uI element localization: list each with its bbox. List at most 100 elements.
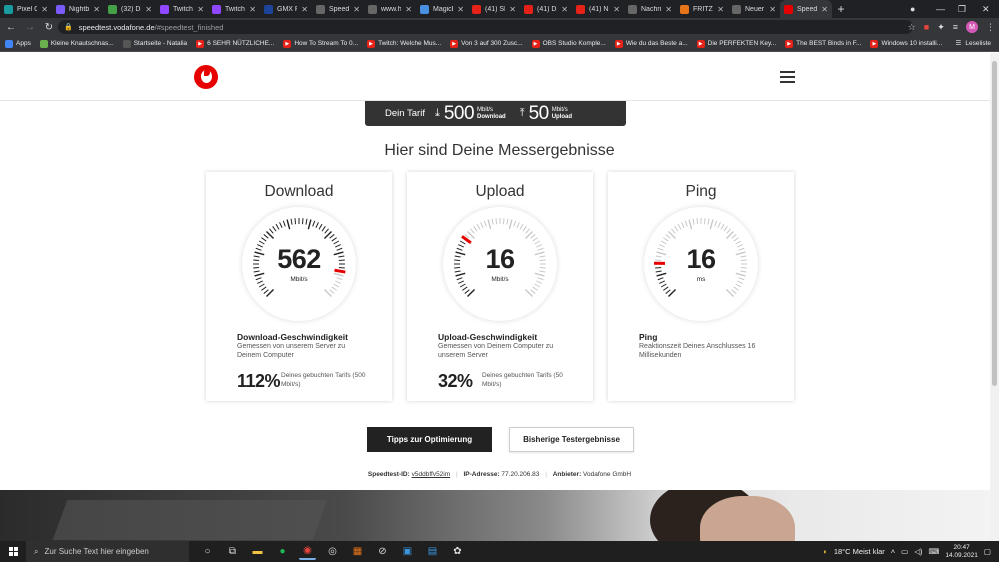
network-icon[interactable]: ▭ <box>901 547 908 556</box>
bookmark-item[interactable]: ▶ The BEST Binds in F... <box>785 39 861 48</box>
hamburger-menu-icon[interactable] <box>780 71 795 83</box>
bookmark-item[interactable]: Apps <box>5 39 31 48</box>
speedtest-id-value[interactable]: v5ddbffv52im <box>412 471 451 478</box>
tab-close-icon[interactable]: ✕ <box>769 5 776 14</box>
profile-avatar[interactable]: M <box>966 21 978 33</box>
close-window-icon[interactable]: ✕ <box>982 0 990 18</box>
weather-icon[interactable]: ◐ <box>823 547 828 556</box>
tariff-download-word: Download <box>477 113 506 120</box>
tab-title: GMX F <box>277 5 298 13</box>
browser-tab[interactable]: Neuer ✕ <box>728 0 780 18</box>
browser-tab[interactable]: (41) Ni ✕ <box>572 0 624 18</box>
browser-tab[interactable]: FRITZ! ✕ <box>676 0 728 18</box>
tab-close-icon[interactable]: ✕ <box>41 5 48 14</box>
bookmark-item[interactable]: ▶ Von 3 auf 300 Zusc... <box>450 39 523 48</box>
tab-close-icon[interactable]: ✕ <box>353 5 360 14</box>
tab-close-icon[interactable]: ✕ <box>665 5 672 14</box>
volume-icon[interactable]: ◁) <box>914 547 922 556</box>
task-view-icon[interactable]: ⧉ <box>224 543 241 560</box>
app-icon-5[interactable]: ✿ <box>449 543 466 560</box>
maximize-icon[interactable]: ❐ <box>958 0 966 18</box>
tips-button[interactable]: Tipps zur Optimierung <box>367 427 492 452</box>
back-icon[interactable]: ← <box>3 19 19 35</box>
tab-close-icon[interactable]: ✕ <box>457 5 464 14</box>
reload-icon[interactable]: ↻ <box>41 19 57 35</box>
tab-close-icon[interactable]: ✕ <box>145 5 152 14</box>
tab-close-icon[interactable]: ✕ <box>197 5 204 14</box>
bookmark-label: OBS Studio Komple... <box>542 40 606 47</box>
bookmark-item[interactable]: ▶ Wie du das Beste a... <box>614 39 688 48</box>
tab-close-icon[interactable]: ✕ <box>821 5 828 14</box>
tab-title: www.h <box>381 5 402 13</box>
bookmark-item[interactable]: ▶ Die PERFEKTEN Key... <box>696 39 776 48</box>
forward-icon[interactable]: → <box>22 19 38 35</box>
browser-tab[interactable]: GMX F ✕ <box>260 0 312 18</box>
browser-tab[interactable]: Speedt ✕ <box>312 0 364 18</box>
bookmark-item[interactable]: ▶ How To Stream To 0... <box>283 39 358 48</box>
file-explorer-icon[interactable]: ▬ <box>249 543 266 560</box>
tab-title: Nachri <box>641 5 662 13</box>
browser-tab[interactable]: (41) SE ✕ <box>468 0 520 18</box>
tab-close-icon[interactable]: ✕ <box>613 5 620 14</box>
browser-tab[interactable]: (41) Di ✕ <box>520 0 572 18</box>
chrome-icon[interactable]: ◉ <box>299 543 316 560</box>
reading-list-button[interactable]: ☰ Leseliste <box>956 39 991 48</box>
puzzle-extensions-icon[interactable]: ✦ <box>937 22 945 33</box>
app-icon-3[interactable]: ▣ <box>399 543 416 560</box>
bookmark-item[interactable]: ▶ OBS Studio Komple... <box>531 39 606 48</box>
tab-close-icon[interactable]: ✕ <box>301 5 308 14</box>
bookmark-item[interactable]: ▶ 6 SEHR NÜTZLICHE... <box>196 39 274 48</box>
address-bar[interactable]: 🔒 speedtest.vodafone.de/#speedtest_finis… <box>58 20 913 34</box>
clock[interactable]: 20:47 14.09.2021 <box>945 544 978 560</box>
spotify-icon[interactable]: ● <box>274 543 291 560</box>
browser-tab[interactable]: Pixel Cl✕ <box>0 0 52 18</box>
extension-icon[interactable]: ■ <box>924 22 929 32</box>
tab-close-icon[interactable]: ✕ <box>509 5 516 14</box>
app-icon-2[interactable]: ⊘ <box>374 543 391 560</box>
tab-search-icon[interactable]: ● <box>910 0 915 18</box>
download-gauge: 562 Mbit/s <box>242 207 356 321</box>
browser-tab[interactable]: Twitch ✕ <box>208 0 260 18</box>
browser-tab[interactable]: Twitch ✕ <box>156 0 208 18</box>
bookmark-item[interactable]: ▶ Twitch: Welche Mus... <box>367 39 441 48</box>
speedtest-page: Dein Tarif ⤓ 500 Mbit/s Download ⤒ 50 Mbi… <box>0 53 990 541</box>
tab-close-icon[interactable]: ✕ <box>717 5 724 14</box>
page-scrollbar[interactable] <box>990 53 999 541</box>
vodafone-logo[interactable] <box>194 65 218 89</box>
scrollbar-thumb[interactable] <box>992 61 997 386</box>
gauge-tick <box>674 226 679 232</box>
bookmark-star-icon[interactable]: ☆ <box>908 22 916 33</box>
new-tab-icon[interactable]: + <box>832 0 850 18</box>
taskbar-search[interactable]: ⌕ Zur Suche Text hier eingeben <box>26 541 189 562</box>
card-subtitle: Download-Geschwindigkeit <box>237 332 348 342</box>
bookmark-item[interactable]: Kleine Knautschnas... <box>39 39 114 48</box>
browser-tab[interactable]: Speedt ✕ <box>780 0 832 18</box>
browser-tab[interactable]: Nightb ✕ <box>52 0 104 18</box>
cortana-icon[interactable]: ○ <box>199 543 216 560</box>
notifications-icon[interactable]: ▢ <box>984 547 991 556</box>
minimize-icon[interactable]: — <box>936 0 945 18</box>
app-icon-1[interactable]: ▦ <box>349 543 366 560</box>
history-button[interactable]: Bisherige Testergebnisse <box>509 427 634 452</box>
tab-close-icon[interactable]: ✕ <box>93 5 100 14</box>
bookmark-item[interactable]: Startseite - Natalia <box>122 39 187 48</box>
tab-close-icon[interactable]: ✕ <box>405 5 412 14</box>
obs-icon[interactable]: ◎ <box>324 543 341 560</box>
tab-close-icon[interactable]: ✕ <box>561 5 568 14</box>
bookmark-item[interactable]: ▶ Windows 10 installi... <box>870 39 942 48</box>
media-icon[interactable]: ≡ <box>953 22 958 32</box>
browser-tab[interactable]: www.h ✕ <box>364 0 416 18</box>
card-description: Reaktionszeit Deines Anschlusses 16 Mill… <box>639 343 756 359</box>
gauge-tick <box>519 223 524 230</box>
gauge-tick <box>476 223 481 230</box>
browser-tab[interactable]: (32) Di ✕ <box>104 0 156 18</box>
language-icon[interactable]: ⌨ <box>929 547 940 556</box>
tray-chevron-icon[interactable]: ˄ <box>891 547 895 556</box>
start-button[interactable] <box>0 541 26 562</box>
menu-kebab-icon[interactable]: ⋮ <box>986 22 995 33</box>
browser-tab[interactable]: Nachri ✕ <box>624 0 676 18</box>
app-icon-4[interactable]: ▤ <box>424 543 441 560</box>
browser-tab[interactable]: MagicB ✕ <box>416 0 468 18</box>
weather-text[interactable]: 18°C Meist klar <box>834 547 885 556</box>
tab-close-icon[interactable]: ✕ <box>249 5 256 14</box>
